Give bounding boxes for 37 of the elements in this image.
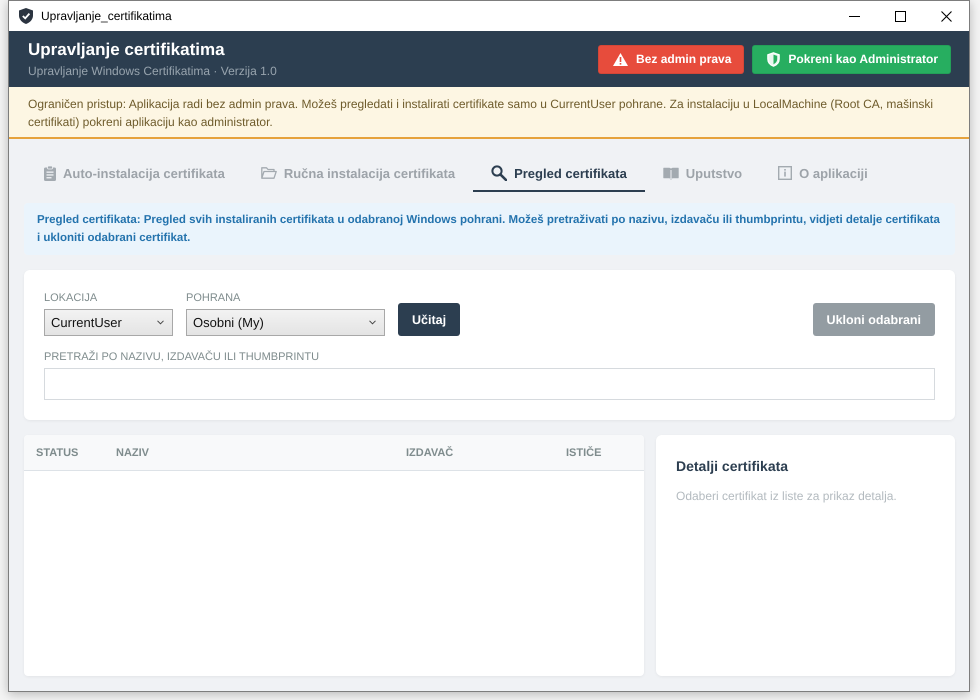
details-title: Detalji certifikata [676, 457, 788, 475]
tab[interactable]: O aplikaciji [760, 156, 886, 192]
search-icon [491, 165, 508, 181]
column-header: ISTIČE [566, 446, 602, 458]
chevron-down-icon [157, 320, 164, 325]
maximize-icon [894, 10, 906, 22]
details-empty-message: Odaberi certifikat iz liste za prikaz detalja. [676, 489, 897, 504]
info-icon [778, 166, 792, 180]
tab[interactable]: Uputstvo [644, 156, 760, 192]
window-title: Upravljanje_certifikatima [41, 9, 173, 23]
shield-icon [767, 52, 780, 66]
field-label: POHRANA [186, 291, 242, 305]
clipboard-icon [44, 166, 56, 180]
run-as-admin-button[interactable]: Pokreni kao Administrator [752, 44, 951, 74]
column-header: IZDAVAČ [406, 446, 454, 458]
folder-icon [260, 167, 277, 179]
warning-banner: Ograničen pristup: Aplikacija radi bez admin prava. Možeš pregledati i instalirati certifikate samo u CurrentUser pohrane. Za instalaciju u LocalMachine (Root CA, mašinski certifikati) pokreni aplikaciju kao administrator. [9, 87, 969, 139]
shield-check-icon [19, 8, 33, 24]
tab[interactable]: Pregled certifikata [473, 156, 645, 192]
info-banner: Pregled certifikata: Pregled svih instaliranih certifikata u odabranoj Windows pohrani. Možeš pretraživati po nazivu, izdavaču ili thumbprintu, vidjeti detalje certifikata i ukloniti odabrani certifikat. [24, 203, 955, 255]
column-header: NAZIV [116, 446, 149, 458]
field-label: PRETRAŽI PO NAZIVU, IZDAVAČU ILI THUMBPRINTU [44, 350, 320, 364]
tab[interactable]: Ručna instalacija certifikata [242, 156, 474, 192]
field-label: LOKACIJA [44, 291, 98, 305]
column-header: STATUS [36, 446, 78, 458]
location-select[interactable]: CurrentUser [44, 309, 173, 336]
load-button[interactable]: Učitaj [398, 303, 460, 336]
app-subtitle: Upravljanje Windows Certifikatima · Verzija 1.0 [28, 64, 277, 78]
close-icon [940, 10, 952, 22]
chevron-down-icon [369, 320, 376, 325]
book-icon [662, 166, 679, 180]
tab[interactable]: Auto-instalacija certifikata [26, 156, 243, 192]
app-title: Upravljanje certifikatima [28, 40, 226, 60]
search-field[interactable] [44, 368, 935, 400]
store-select[interactable]: Osobni (My) [186, 309, 385, 336]
admin-status-button[interactable]: Bez admin prava [598, 44, 744, 74]
warning-icon [613, 52, 628, 66]
